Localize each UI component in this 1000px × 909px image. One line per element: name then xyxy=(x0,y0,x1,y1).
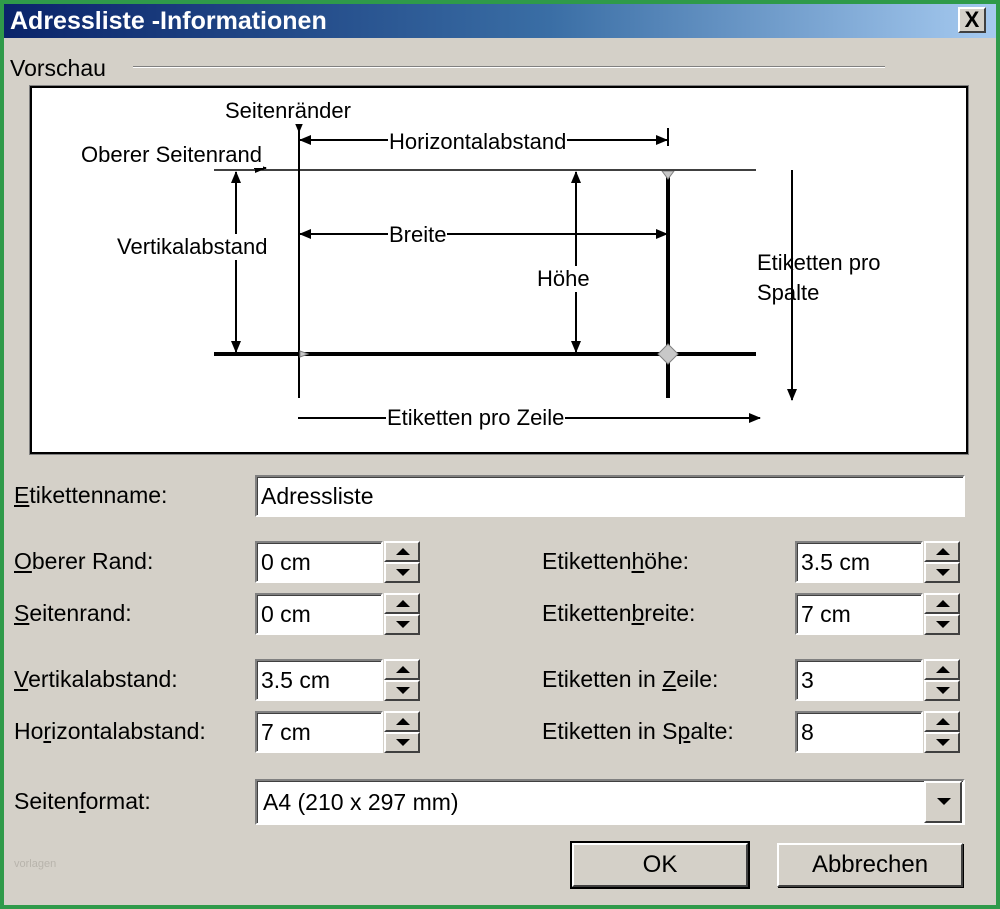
chevron-down-icon xyxy=(937,798,951,805)
etikettenhoehe-label: Etikettenhöhe: xyxy=(542,548,690,574)
watermark: vorlagen xyxy=(14,858,57,870)
corner-marker-top xyxy=(661,170,675,180)
seitenrand-spin-up[interactable] xyxy=(384,593,420,614)
etikettenname-input[interactable] xyxy=(255,475,965,517)
etikettenhoehe-spin-down[interactable] xyxy=(924,562,960,583)
preview-panel: Seitenränder Oberer Seitenrand Horizonta… xyxy=(30,86,968,454)
arrow-down-icon xyxy=(396,569,410,576)
seitenformat-select[interactable]: A4 (210 x 297 mm) xyxy=(255,779,965,825)
etikettenbreite-input[interactable] xyxy=(795,593,923,635)
seitenrand-spin-down[interactable] xyxy=(384,614,420,635)
etikettenhoehe-spinner[interactable] xyxy=(924,541,960,583)
seitenformat-dropdown-button[interactable] xyxy=(924,781,962,823)
etikettenbreite-spin-up[interactable] xyxy=(924,593,960,614)
etiketten-in-spalte-input[interactable] xyxy=(795,711,923,753)
arrow-down-icon xyxy=(936,621,950,628)
arrow-up-icon xyxy=(936,666,950,673)
preview-label-etiketten-pro-zeile: Etiketten pro Zeile xyxy=(386,405,566,431)
arrow-up-icon xyxy=(396,600,410,607)
etiketten-in-zeile-spin-down[interactable] xyxy=(924,680,960,701)
preview-label-etiketten-pro-spalte-1: Etiketten pro xyxy=(757,250,881,275)
preview-label-horizontalabstand: Horizontalabstand xyxy=(388,129,568,155)
preview-label-etiketten-pro-spalte-2: Spalte xyxy=(757,280,820,305)
etiketten-in-spalte-label: Etiketten in Spalte: xyxy=(542,718,734,744)
seitenformat-label: Seitenformat: xyxy=(14,788,151,814)
window-title: Adressliste -Informationen xyxy=(10,7,327,35)
seitenrand-input[interactable] xyxy=(255,593,383,635)
oberer-rand-input[interactable] xyxy=(255,541,383,583)
horizontalabstand-input[interactable] xyxy=(255,711,383,753)
oberer-rand-label: Oberer Rand: xyxy=(14,548,154,574)
preview-group-label: Vorschau xyxy=(10,55,106,81)
vertikalabstand-input[interactable] xyxy=(255,659,383,701)
corner-marker-left xyxy=(299,350,310,358)
etiketten-in-spalte-spinner[interactable] xyxy=(924,711,960,753)
seitenrand-label: Seitenrand: xyxy=(14,600,132,626)
seitenrand-spinner[interactable] xyxy=(384,593,420,635)
title-bar[interactable]: Adressliste -Informationen X xyxy=(4,4,996,38)
etiketten-in-spalte-spin-down[interactable] xyxy=(924,732,960,753)
ok-button[interactable]: OK xyxy=(570,841,750,889)
arrow-up-icon xyxy=(396,666,410,673)
horizontalabstand-spin-down[interactable] xyxy=(384,732,420,753)
close-button[interactable]: X xyxy=(958,7,986,33)
arrow-up-icon xyxy=(936,548,950,555)
preview-label-breite: Breite xyxy=(388,222,448,248)
vertikalabstand-spin-down[interactable] xyxy=(384,680,420,701)
etikettenbreite-spin-down[interactable] xyxy=(924,614,960,635)
arrow-up-icon xyxy=(936,600,950,607)
horizontalabstand-label: Horizontalabstand: xyxy=(14,718,206,744)
arrow-up-icon xyxy=(396,548,410,555)
etiketten-in-zeile-spinner[interactable] xyxy=(924,659,960,701)
arrow-down-icon xyxy=(396,687,410,694)
arrow-down-icon xyxy=(936,739,950,746)
oberer-rand-spin-down[interactable] xyxy=(384,562,420,583)
arrow-down-icon xyxy=(936,687,950,694)
preview-label-hoehe: Höhe xyxy=(536,266,591,292)
arrow-down-icon xyxy=(396,739,410,746)
arrow-up-icon xyxy=(936,718,950,725)
horizontalabstand-spinner[interactable] xyxy=(384,711,420,753)
vertikalabstand-spin-up[interactable] xyxy=(384,659,420,680)
horizontalabstand-spin-up[interactable] xyxy=(384,711,420,732)
cancel-button[interactable]: Abbrechen xyxy=(777,843,963,887)
etiketten-in-spalte-spin-up[interactable] xyxy=(924,711,960,732)
corner-marker-center xyxy=(657,343,679,365)
etikettenbreite-label: Etikettenbreite: xyxy=(542,600,696,626)
arrow-down-icon xyxy=(396,621,410,628)
preview-group-line xyxy=(133,66,885,68)
close-icon: X xyxy=(964,7,980,32)
vertikalabstand-label: Vertikalabstand: xyxy=(14,666,178,692)
oberer-rand-spin-up[interactable] xyxy=(384,541,420,562)
etiketten-in-zeile-spin-up[interactable] xyxy=(924,659,960,680)
oberer-rand-spinner[interactable] xyxy=(384,541,420,583)
etikettenbreite-spinner[interactable] xyxy=(924,593,960,635)
etiketten-in-zeile-input[interactable] xyxy=(795,659,923,701)
preview-label-oberer-seitenrand: Oberer Seitenrand xyxy=(80,142,263,168)
etiketten-in-zeile-label: Etiketten in Zeile: xyxy=(542,666,719,692)
arrow-up-icon xyxy=(396,718,410,725)
etikettenhoehe-input[interactable] xyxy=(795,541,923,583)
preview-label-seitenraender: Seitenränder xyxy=(224,98,352,124)
etikettenhoehe-spin-up[interactable] xyxy=(924,541,960,562)
vertikalabstand-spinner[interactable] xyxy=(384,659,420,701)
etikettenname-label: Etikettenname: xyxy=(14,482,168,508)
arrow-down-icon xyxy=(936,569,950,576)
preview-label-vertikalabstand: Vertikalabstand xyxy=(116,234,269,260)
